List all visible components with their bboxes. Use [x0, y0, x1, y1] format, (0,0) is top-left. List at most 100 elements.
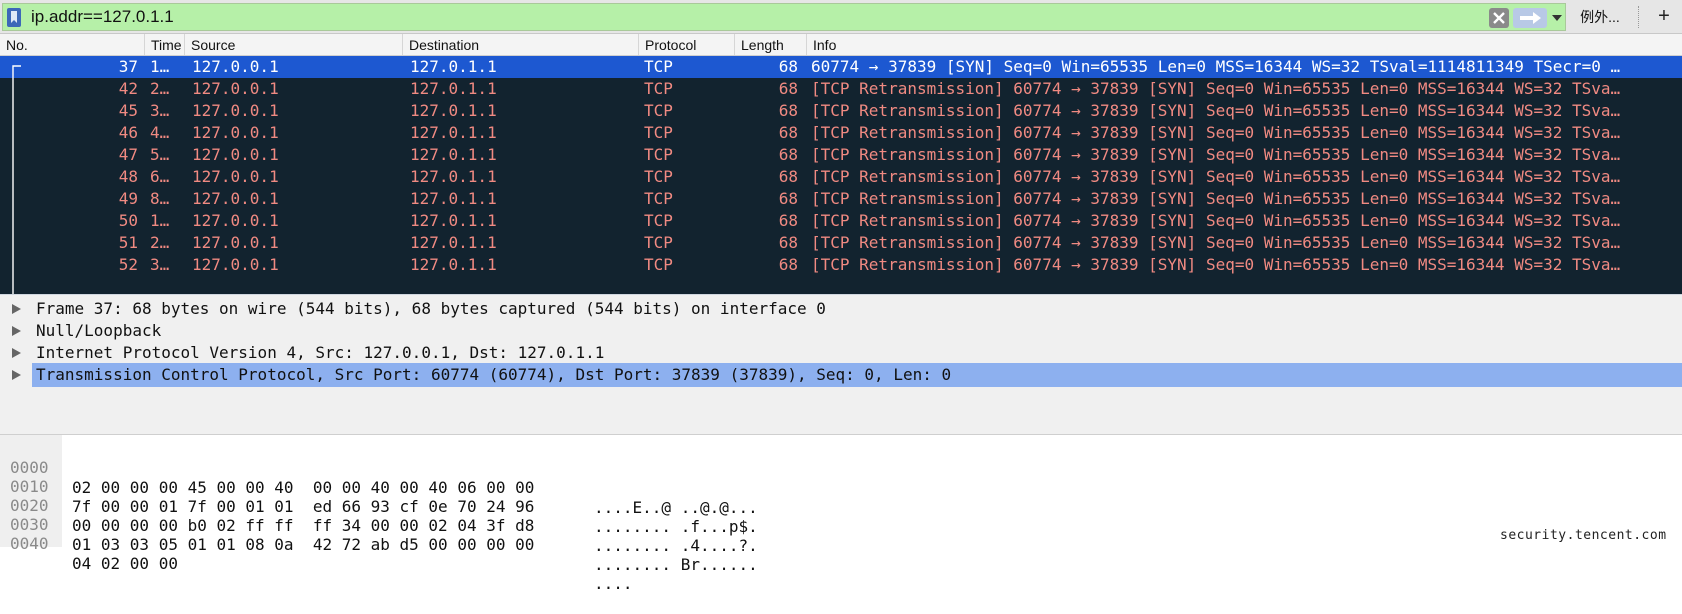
- packet-length: 68: [778, 255, 798, 274]
- column-header-info[interactable]: Info: [806, 34, 1682, 55]
- packet-protocol: TCP: [644, 233, 673, 252]
- packet-destination: 127.0.1.1: [410, 211, 497, 230]
- display-filter-toolbar: 例外... +: [0, 0, 1682, 34]
- packet-protocol: TCP: [644, 145, 673, 164]
- detail-tree-item[interactable]: Internet Protocol Version 4, Src: 127.0.…: [0, 341, 1682, 365]
- packet-time: 2…: [150, 79, 170, 98]
- detail-tree-item[interactable]: Null/Loopback: [0, 319, 1682, 343]
- packet-row[interactable]: 45 3… 127.0.0.1 127.0.1.1 TCP 68 [TCP Re…: [0, 100, 1682, 122]
- packet-protocol: TCP: [644, 123, 673, 142]
- filter-expression-button[interactable]: 例外...: [1570, 3, 1630, 31]
- packet-row[interactable]: 48 6… 127.0.0.1 127.0.1.1 TCP 68 [TCP Re…: [0, 166, 1682, 188]
- packet-row[interactable]: 46 4… 127.0.0.1 127.0.1.1 TCP 68 [TCP Re…: [0, 122, 1682, 144]
- packet-destination: 127.0.1.1: [410, 57, 497, 76]
- chevron-down-icon[interactable]: [1551, 14, 1563, 22]
- column-header-destination[interactable]: Destination: [402, 34, 638, 55]
- expand-arrow-icon[interactable]: [12, 326, 21, 336]
- ascii-bytes[interactable]: ........ Br......: [594, 555, 758, 575]
- packet-row[interactable]: 49 8… 127.0.0.1 127.0.1.1 TCP 68 [TCP Re…: [0, 188, 1682, 210]
- watermark: security.tencent.com: [1500, 528, 1667, 543]
- column-header-source[interactable]: Source: [184, 34, 402, 55]
- add-filter-button[interactable]: +: [1652, 3, 1676, 31]
- packet-length: 68: [778, 189, 798, 208]
- packet-list-header: No. Time Source Destination Protocol Len…: [0, 34, 1682, 56]
- expand-arrow-icon[interactable]: [12, 370, 21, 380]
- packet-row[interactable]: 42 2… 127.0.0.1 127.0.1.1 TCP 68 [TCP Re…: [0, 78, 1682, 100]
- toolbar-divider: [1638, 6, 1640, 28]
- packet-source: 127.0.0.1: [192, 167, 279, 186]
- display-filter-input[interactable]: [31, 6, 1471, 28]
- packet-protocol: TCP: [644, 57, 673, 76]
- packet-source: 127.0.0.1: [192, 211, 279, 230]
- packet-info: [TCP Retransmission] 60774 → 37839 [SYN]…: [811, 233, 1621, 252]
- packet-row[interactable]: 50 1… 127.0.0.1 127.0.1.1 TCP 68 [TCP Re…: [0, 210, 1682, 232]
- packet-info: [TCP Retransmission] 60774 → 37839 [SYN]…: [811, 167, 1621, 186]
- packet-time: 2…: [150, 233, 170, 252]
- packet-destination: 127.0.1.1: [410, 189, 497, 208]
- apply-filter-icon[interactable]: [1513, 8, 1547, 28]
- packet-protocol: TCP: [644, 167, 673, 186]
- packet-length: 68: [778, 233, 798, 252]
- column-header-no[interactable]: No.: [0, 34, 144, 55]
- packet-length: 68: [778, 123, 798, 142]
- packet-time: 3…: [150, 255, 170, 274]
- packet-row[interactable]: 47 5… 127.0.0.1 127.0.1.1 TCP 68 [TCP Re…: [0, 144, 1682, 166]
- packet-info: [TCP Retransmission] 60774 → 37839 [SYN]…: [811, 211, 1621, 230]
- expand-arrow-icon[interactable]: [12, 304, 21, 314]
- packet-source: 127.0.0.1: [192, 101, 279, 120]
- packet-protocol: TCP: [644, 189, 673, 208]
- packet-source: 127.0.0.1: [192, 123, 279, 142]
- packet-info: [TCP Retransmission] 60774 → 37839 [SYN]…: [811, 101, 1621, 120]
- bytes-row[interactable]: 0000 02 00 00 00 45 00 00 40 00 00 40 00…: [0, 438, 1682, 517]
- packet-row[interactable]: 37 1… 127.0.0.1 127.0.1.1 TCP 68 60774 →…: [0, 56, 1682, 78]
- packet-length: 68: [778, 57, 798, 76]
- packet-destination: 127.0.1.1: [410, 101, 497, 120]
- detail-tree-label: Null/Loopback: [36, 321, 162, 340]
- packet-info: [TCP Retransmission] 60774 → 37839 [SYN]…: [811, 145, 1621, 164]
- packet-bytes-pane: 0000 02 00 00 00 45 00 00 40 00 00 40 00…: [0, 434, 1682, 593]
- packet-time: 5…: [150, 145, 170, 164]
- hex-bytes[interactable]: 01 03 03 05 01 01 08 0a 42 72 ab d5 00 0…: [72, 535, 534, 555]
- packet-protocol: TCP: [644, 255, 673, 274]
- ascii-bytes[interactable]: ........ .4....?.: [594, 536, 758, 556]
- hex-bytes[interactable]: 04 02 00 00: [72, 554, 178, 574]
- packet-info: 60774 → 37839 [SYN] Seq=0 Win=65535 Len=…: [811, 57, 1621, 76]
- packet-info: [TCP Retransmission] 60774 → 37839 [SYN]…: [811, 255, 1621, 274]
- packet-source: 127.0.0.1: [192, 189, 279, 208]
- bytes-row[interactable]: 0030 01 03 03 05 01 01 08 0a 42 72 ab d5…: [0, 495, 1682, 574]
- column-header-protocol[interactable]: Protocol: [638, 34, 734, 55]
- packet-time: 8…: [150, 189, 170, 208]
- detail-tree-label: Transmission Control Protocol, Src Port:…: [32, 363, 1682, 387]
- column-header-time[interactable]: Time: [144, 34, 184, 55]
- packet-protocol: TCP: [644, 101, 673, 120]
- expand-arrow-icon[interactable]: [12, 348, 21, 358]
- display-filter-field[interactable]: [2, 3, 1566, 31]
- packet-row[interactable]: 51 2… 127.0.0.1 127.0.1.1 TCP 68 [TCP Re…: [0, 232, 1682, 254]
- ascii-bytes[interactable]: ....: [594, 574, 633, 594]
- packet-row[interactable]: 52 3… 127.0.0.1 127.0.1.1 TCP 68 [TCP Re…: [0, 254, 1682, 276]
- bytes-row[interactable]: 0040 04 02 00 00 ....: [0, 514, 1682, 593]
- packet-time: 3…: [150, 101, 170, 120]
- clear-filter-icon[interactable]: [1489, 8, 1509, 28]
- packet-destination: 127.0.1.1: [410, 79, 497, 98]
- packet-length: 68: [778, 79, 798, 98]
- detail-tree-item[interactable]: Transmission Control Protocol, Src Port:…: [0, 363, 1682, 387]
- bookmark-icon[interactable]: [7, 8, 21, 27]
- detail-tree-item[interactable]: Frame 37: 68 bytes on wire (544 bits), 6…: [0, 297, 1682, 321]
- packet-length: 68: [778, 101, 798, 120]
- packet-protocol: TCP: [644, 79, 673, 98]
- bytes-row[interactable]: 0020 00 00 00 00 b0 02 ff ff ff 34 00 00…: [0, 476, 1682, 555]
- packet-details-pane: Frame 37: 68 bytes on wire (544 bits), 6…: [0, 294, 1682, 434]
- packet-time: 6…: [150, 167, 170, 186]
- bytes-row[interactable]: 0010 7f 00 00 01 7f 00 01 01 ed 66 93 cf…: [0, 457, 1682, 536]
- packet-list[interactable]: 37 1… 127.0.0.1 127.0.1.1 TCP 68 60774 →…: [0, 56, 1682, 294]
- packet-destination: 127.0.1.1: [410, 167, 497, 186]
- packet-destination: 127.0.1.1: [410, 233, 497, 252]
- packet-length: 68: [778, 211, 798, 230]
- packet-destination: 127.0.1.1: [410, 145, 497, 164]
- conversation-bracket-icon: [12, 65, 21, 294]
- column-header-length[interactable]: Length: [734, 34, 806, 55]
- detail-tree-label: Internet Protocol Version 4, Src: 127.0.…: [36, 343, 605, 362]
- packet-time: 1…: [150, 211, 170, 230]
- packet-destination: 127.0.1.1: [410, 255, 497, 274]
